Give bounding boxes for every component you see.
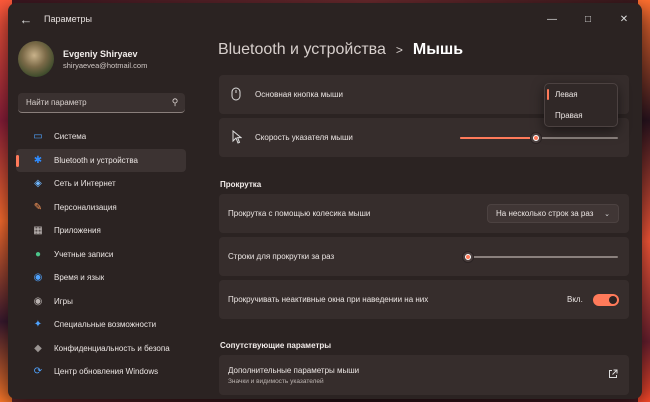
inactive-scroll-toggle[interactable] [593, 294, 619, 306]
more-mouse-subtitle: Значки и видимость указателей [228, 378, 324, 385]
minimize-button[interactable]: — [534, 3, 570, 35]
inactive-scroll-state: Вкл. [567, 295, 583, 304]
more-mouse-title: Дополнительные параметры мыши [228, 366, 360, 375]
mouse-icon [231, 87, 241, 104]
sidebar-item-label: Приложения [54, 226, 101, 236]
primary-button-dropdown: Левая Правая [544, 83, 618, 127]
scroll-section-heading: Прокрутка [220, 180, 262, 189]
minimize-icon: — [547, 13, 557, 25]
lines-scroll-label: Строки для прокрутки за раз [228, 252, 335, 261]
maximize-icon: □ [584, 13, 592, 25]
cursor-icon [232, 129, 243, 147]
wheel-scroll-label: Прокрутка с помощью колесика мыши [228, 209, 371, 218]
shield-icon: ◆ [34, 342, 42, 354]
dropdown-option-right[interactable]: Правая [545, 105, 617, 126]
arrow-left-icon: ← [19, 11, 33, 27]
wheel-scroll-select[interactable]: На несколько строк за раз ⌄ [487, 204, 619, 223]
primary-button-label: Основная кнопка мыши [255, 90, 343, 99]
back-button[interactable]: ← [12, 5, 40, 33]
sidebar-item-label: Персонализация [54, 202, 117, 212]
sidebar-item-label: Время и язык [54, 273, 105, 283]
sidebar-item-label: Конфиденциальность и безопа [54, 343, 170, 353]
pointer-speed-label: Скорость указателя мыши [255, 133, 353, 142]
sidebar-item-label: Сеть и Интернет [54, 179, 116, 189]
sidebar-item-2[interactable]: ◈ Сеть и Интернет [16, 172, 186, 196]
sidebar-item-label: Учетные записи [54, 249, 114, 259]
sidebar-item-8[interactable]: ✦ Специальные возможности [16, 313, 186, 337]
sidebar-item-4[interactable]: ▦ Приложения [16, 219, 186, 243]
sidebar-item-label: Специальные возможности [54, 320, 157, 330]
window-title: Параметры [44, 14, 92, 24]
search-input[interactable]: Найти параметр ⚲ [18, 93, 185, 113]
window-controls: — □ ✕ [534, 3, 642, 35]
close-icon: ✕ [619, 13, 629, 25]
sidebar-item-label: Bluetooth и устройства [54, 155, 138, 165]
more-mouse-settings-link[interactable]: Дополнительные параметры мыши Значки и в… [219, 355, 629, 395]
maximize-button[interactable]: □ [570, 3, 606, 35]
profile-name: Evgeniy Shiryaev [63, 48, 138, 59]
lines-scroll-track [463, 256, 618, 258]
user-profile[interactable]: Evgeniy Shiryaev shiryaevea@hotmail.com [18, 41, 147, 77]
breadcrumb-parent[interactable]: Bluetooth и устройства [218, 41, 386, 59]
apps-icon: ▦ [33, 225, 43, 237]
inactive-scroll-label: Прокручивать неактивные окна при наведен… [228, 295, 429, 304]
gamepad-icon: ◉ [33, 295, 43, 307]
sidebar: Evgeniy Shiryaev shiryaevea@hotmail.com … [8, 35, 198, 399]
lines-scroll-slider[interactable] [463, 252, 473, 262]
chevron-down-icon: ⌄ [604, 210, 610, 218]
brush-icon: ✎ [33, 201, 43, 213]
breadcrumb-separator: > [395, 43, 403, 57]
related-section-heading: Сопутствующие параметры [220, 341, 332, 350]
sidebar-item-5[interactable]: ● Учетные записи [16, 243, 186, 267]
sidebar-item-3[interactable]: ✎ Персонализация [16, 196, 186, 220]
avatar [18, 41, 54, 77]
sidebar-item-label: Центр обновления Windows [54, 367, 159, 377]
search-placeholder: Найти параметр [26, 98, 87, 107]
page-title: Мышь [412, 41, 464, 58]
monitor-icon: ▭ [33, 131, 43, 143]
lines-scroll-card: Строки для прокрутки за раз [219, 237, 629, 276]
dropdown-option-left-label: Левая [555, 90, 578, 99]
close-button[interactable]: ✕ [606, 3, 642, 35]
external-link-icon [608, 369, 618, 382]
update-icon: ⟳ [33, 366, 43, 378]
person-icon: ● [34, 248, 42, 260]
sidebar-item-label: Система [54, 132, 87, 142]
sidebar-item-label: Игры [54, 296, 73, 306]
search-icon: ⚲ [171, 97, 179, 107]
profile-email: shiryaevea@hotmail.com [63, 60, 148, 70]
inactive-scroll-card: Прокручивать неактивные окна при наведен… [219, 280, 629, 319]
dropdown-option-right-label: Правая [555, 111, 583, 120]
sidebar-item-7[interactable]: ◉ Игры [16, 290, 186, 314]
pointer-speed-slider[interactable] [531, 133, 541, 143]
wifi-icon: ◈ [34, 178, 42, 190]
bluetooth-icon: ✱ [33, 154, 43, 166]
sidebar-item-1[interactable]: ✱ Bluetooth и устройства [16, 148, 186, 172]
sidebar-nav: ▭ Система ✱ Bluetooth и устройства ◈ Сеть и И… [16, 125, 186, 384]
sidebar-item-0[interactable]: ▭ Система [16, 125, 186, 149]
sidebar-item-9[interactable]: ◆ Конфиденциальность и безопа [16, 337, 186, 361]
accessibility-icon: ✦ [33, 319, 43, 331]
breadcrumb: Bluetooth и устройства > Мышь [218, 41, 463, 59]
globe-clock-icon: ◉ [33, 272, 43, 284]
sidebar-item-10[interactable]: ⟳ Центр обновления Windows [16, 360, 186, 384]
wheel-scroll-card: Прокрутка с помощью колесика мыши На нес… [219, 194, 629, 233]
title-bar: ← Параметры — □ ✕ [8, 3, 642, 35]
pointer-speed-fill [460, 137, 536, 139]
wheel-scroll-value: На несколько строк за раз [496, 209, 594, 218]
settings-window: ← Параметры — □ ✕ Evgeniy Shiryaev shiry… [8, 3, 642, 399]
dropdown-option-left[interactable]: Левая [545, 84, 617, 105]
sidebar-item-6[interactable]: ◉ Время и язык [16, 266, 186, 290]
